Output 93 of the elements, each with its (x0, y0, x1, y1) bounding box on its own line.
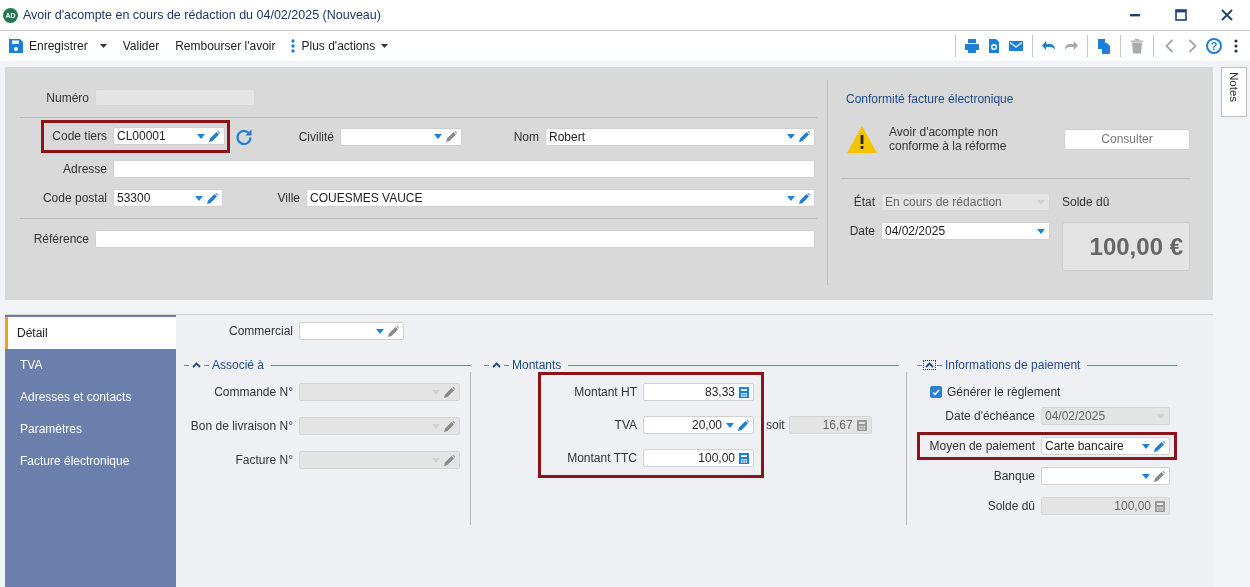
section-title: Conformité facture électronique (846, 92, 1015, 106)
pencil-icon[interactable] (207, 192, 218, 204)
vertical-dots-icon (291, 39, 296, 53)
copy-icon[interactable] (1096, 38, 1112, 54)
field-label: Date d'échéance (944, 409, 1036, 423)
dropdown-field[interactable]: 20,00 (643, 416, 754, 434)
dropdown-field[interactable]: CL00001 (113, 127, 225, 145)
dropdown-arrow-icon[interactable] (726, 422, 734, 428)
field-label: Numéro (45, 90, 90, 105)
save-button[interactable]: Enregistrer (3, 36, 113, 56)
field-label: Bon de livraison N° (189, 419, 294, 433)
date-field[interactable]: 04/02/2025 (881, 222, 1050, 240)
printer-icon[interactable] (964, 38, 980, 54)
amount-field[interactable]: 100,00 (643, 449, 754, 467)
field-label: Banque (992, 469, 1036, 483)
text-field[interactable] (113, 160, 815, 178)
section-title: Associé à (212, 358, 265, 372)
caret-icon (99, 44, 107, 48)
pencil-icon[interactable] (799, 131, 810, 142)
dropdown-field[interactable]: Robert (545, 127, 815, 146)
toolbar-button[interactable]: Rembourser l'avoir (169, 36, 282, 56)
sidebar-tab[interactable]: Détail (5, 317, 176, 349)
section-title: Montants (512, 358, 562, 372)
dropdown-field[interactable] (1041, 467, 1170, 485)
dropdown-arrow-icon[interactable] (197, 133, 205, 139)
sidebar-tab[interactable]: Adresses et contacts (5, 381, 176, 413)
field-label: Commande N° (213, 385, 294, 399)
warning-message: Avoir d'acompte non conforme à la réforme (889, 125, 1008, 153)
field-label: soit (766, 418, 785, 432)
calculator-icon[interactable] (739, 386, 749, 398)
field-label: État (852, 195, 876, 209)
pencil-icon[interactable] (209, 130, 220, 142)
dropdown-arrow-icon[interactable] (787, 195, 795, 201)
envelope-icon[interactable] (1008, 38, 1024, 54)
sidebar-tab[interactable]: Facture électronique (5, 445, 176, 477)
dropdown-arrow-icon[interactable] (195, 195, 203, 201)
dropdown-field[interactable] (299, 322, 404, 340)
field-label: Code tiers (51, 129, 108, 143)
field-label: Référence (32, 232, 90, 246)
dropdown-arrow-icon[interactable] (787, 134, 795, 139)
notes-tab[interactable]: Notes (1221, 67, 1247, 117)
field-label: Adresse (61, 162, 108, 176)
close-icon[interactable] (1221, 9, 1233, 21)
toolbar-button[interactable]: Valider (116, 36, 166, 56)
field-label: TVA (613, 418, 638, 432)
warning-icon (847, 125, 877, 153)
field-label: Date (848, 224, 876, 238)
dropdown-arrow-icon[interactable] (1142, 473, 1150, 479)
field-label: Code postal (41, 191, 108, 205)
dropdown-arrow-icon[interactable] (434, 134, 442, 139)
pencil-icon[interactable] (738, 419, 749, 431)
dropdown-arrow-icon[interactable] (1142, 443, 1150, 449)
maximize-icon[interactable] (1175, 9, 1187, 21)
help-button[interactable]: ? (1206, 38, 1222, 54)
pencil-icon[interactable] (1154, 470, 1165, 482)
field-label: Solde dû (986, 499, 1036, 513)
document-search-icon[interactable] (986, 38, 1002, 54)
caret-icon (381, 44, 389, 48)
field-label: Solde dû (1062, 194, 1111, 211)
field-label: Civilité (297, 129, 335, 144)
pencil-icon[interactable] (799, 192, 810, 204)
sidebar-tab[interactable]: Paramètres (5, 413, 176, 445)
dropdown-arrow-icon[interactable] (1037, 228, 1045, 234)
field-label: Montant TTC (566, 451, 638, 465)
window-title: Avoir d'acompte en cours de rédaction du 04/02/2025 (Nouveau) (23, 8, 381, 22)
pencil-icon[interactable] (1154, 440, 1165, 452)
dropdown-arrow-icon[interactable] (376, 328, 384, 334)
pencil-icon[interactable] (446, 131, 457, 142)
field-label: Facture N° (234, 453, 294, 467)
dropdown-field[interactable]: 53300 (113, 189, 223, 207)
field-label: Commercial (228, 324, 294, 338)
amount-field[interactable]: 83,33 (643, 383, 754, 401)
consult-button[interactable]: Consulter (1064, 128, 1190, 150)
checkbox-label[interactable]: Générer le règlement (947, 385, 1061, 399)
field-label: Ville (276, 191, 301, 205)
calculator-icon[interactable] (739, 452, 749, 464)
field-label: Montant HT (573, 385, 638, 399)
refresh-icon[interactable] (235, 127, 253, 146)
balance-display: 100,00 € (1062, 222, 1190, 271)
pencil-icon[interactable] (388, 325, 399, 337)
dropdown-field[interactable]: Carte bancaire (1041, 437, 1170, 455)
text-field[interactable] (95, 230, 815, 248)
checkbox[interactable] (930, 386, 942, 398)
collapse-icon[interactable] (492, 362, 501, 368)
more-actions-button[interactable]: Plus d'actions (285, 36, 395, 56)
collapse-icon[interactable] (925, 362, 934, 368)
section-title: Informations de paiement (945, 358, 1081, 372)
collapse-icon[interactable] (192, 362, 201, 368)
dropdown-field[interactable] (340, 127, 462, 146)
dropdown-field[interactable]: COUESMES VAUCE (306, 189, 815, 207)
field-label: Nom (512, 129, 540, 144)
field-label: Moyen de paiement (928, 439, 1036, 453)
sidebar-tab[interactable]: TVA (5, 349, 176, 381)
